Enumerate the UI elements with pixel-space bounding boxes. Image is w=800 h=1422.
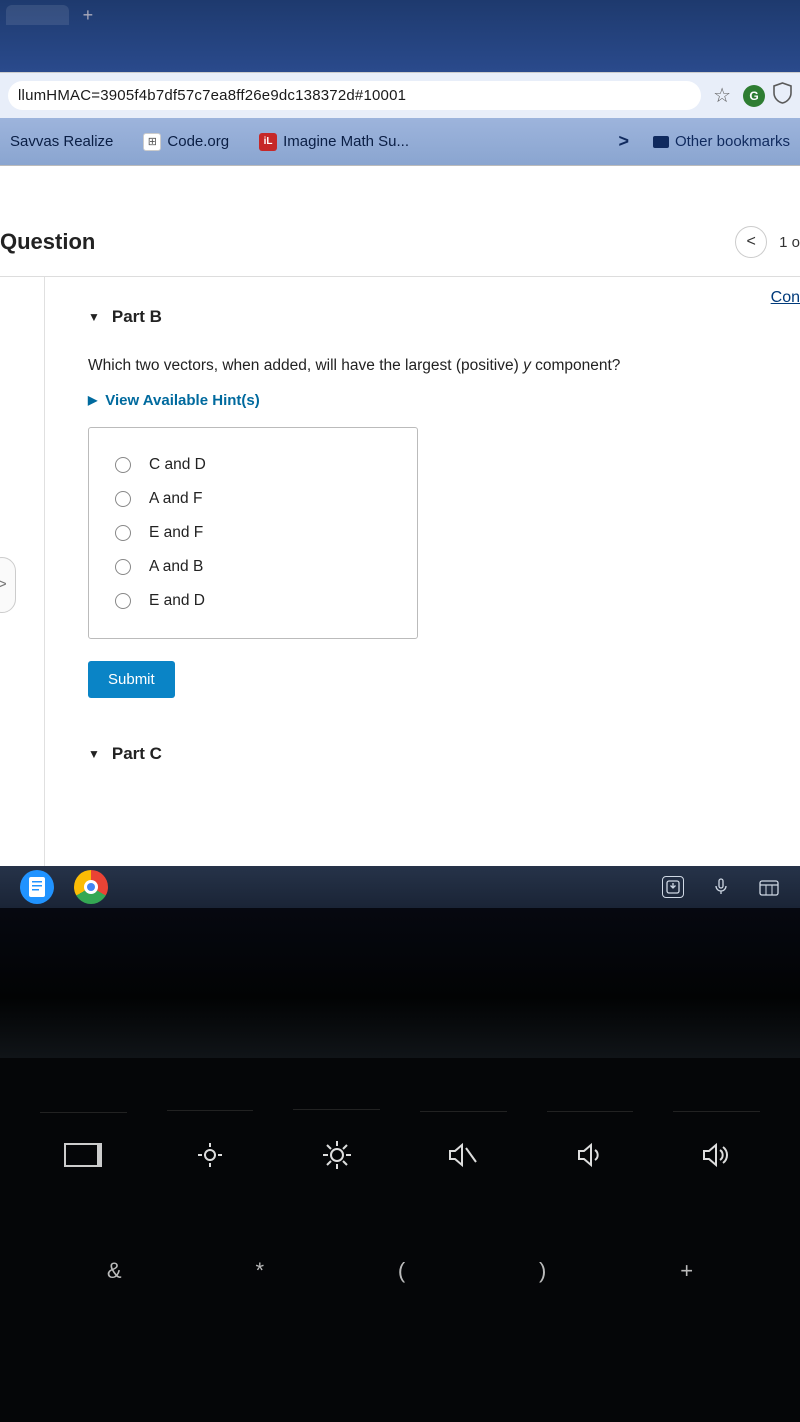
expand-sidebar-handle[interactable]: > xyxy=(0,557,16,613)
part-c-label: Part C xyxy=(112,744,162,764)
new-tab-button[interactable]: + xyxy=(73,6,104,24)
browser-tab[interactable] xyxy=(6,5,69,25)
key-symbol: & xyxy=(107,1258,122,1284)
bookmark-code-org[interactable]: ⊞ Code.org xyxy=(143,133,229,151)
number-key-row: & * ( ) + xyxy=(0,1198,800,1284)
tab-strip: + xyxy=(0,0,800,30)
extension-badge-icon[interactable]: G xyxy=(743,85,765,107)
url-text[interactable]: llumHMAC=3905f4b7df57c7ea8ff26e9dc138372… xyxy=(8,81,701,110)
other-bookmarks-label: Other bookmarks xyxy=(675,133,790,150)
answer-options-group: C and D A and F E and F A and B E and D xyxy=(88,427,418,639)
radio-icon xyxy=(115,491,131,507)
option-c-and-d[interactable]: C and D xyxy=(115,448,391,482)
option-a-and-f[interactable]: A and F xyxy=(115,482,391,516)
function-key-row xyxy=(0,1058,800,1198)
part-c-header[interactable]: ▼ Part C xyxy=(88,744,800,764)
question-counter: 1 o xyxy=(779,234,800,251)
hints-label: View Available Hint(s) xyxy=(105,392,260,409)
caret-down-icon: ▼ xyxy=(88,310,100,324)
option-e-and-d[interactable]: E and D xyxy=(115,584,391,618)
option-label: A and F xyxy=(149,490,202,508)
browser-chrome: + xyxy=(0,0,800,73)
calendar-tray-icon[interactable] xyxy=(758,876,780,898)
os-taskbar xyxy=(0,866,800,908)
option-label: C and D xyxy=(149,456,206,474)
volume-down-key-icon xyxy=(547,1111,634,1175)
caret-right-icon: ▶ xyxy=(88,393,97,407)
volume-up-key-icon xyxy=(673,1111,760,1175)
option-label: E and D xyxy=(149,592,205,610)
other-bookmarks-folder[interactable]: Other bookmarks xyxy=(653,133,790,150)
url-bar: llumHMAC=3905f4b7df57c7ea8ff26e9dc138372… xyxy=(0,73,800,118)
laptop-hinge xyxy=(0,908,800,1058)
key-symbol: * xyxy=(255,1258,264,1284)
option-label: A and B xyxy=(149,558,203,576)
radio-icon xyxy=(115,457,131,473)
bookmark-savvas-realize[interactable]: Savvas Realize xyxy=(10,133,113,150)
page-content: Question < 1 o > Con ▼ Part B Which two … xyxy=(0,166,800,908)
radio-icon xyxy=(115,559,131,575)
option-e-and-f[interactable]: E and F xyxy=(115,516,391,550)
bookmark-star-icon[interactable]: ☆ xyxy=(709,83,735,108)
vertical-divider xyxy=(44,277,45,877)
microphone-tray-icon[interactable] xyxy=(704,870,738,904)
radio-icon xyxy=(115,525,131,541)
mute-key-icon xyxy=(420,1111,507,1175)
bookmarks-bar: Savvas Realize ⊞ Code.org iL Imagine Mat… xyxy=(0,118,800,166)
bookmark-label: Imagine Math Su... xyxy=(283,133,409,150)
favicon-icon: ⊞ xyxy=(143,133,161,151)
shield-icon[interactable] xyxy=(773,82,792,110)
favicon-icon: iL xyxy=(259,133,277,151)
key-symbol: + xyxy=(680,1258,693,1284)
laptop-body: & * ( ) + xyxy=(0,908,800,1422)
screenshot-tray-icon[interactable] xyxy=(662,876,684,898)
submit-button[interactable]: Submit xyxy=(88,661,175,698)
chrome-app-icon[interactable] xyxy=(74,870,108,904)
folder-icon xyxy=(653,136,669,148)
part-b-header[interactable]: ▼ Part B xyxy=(88,307,800,327)
key-symbol: ) xyxy=(539,1258,546,1284)
overview-key-icon xyxy=(40,1112,127,1174)
brightness-up-key-icon xyxy=(293,1109,380,1177)
bookmark-label: Code.org xyxy=(167,133,229,150)
caret-down-icon: ▼ xyxy=(88,747,100,761)
option-a-and-b[interactable]: A and B xyxy=(115,550,391,584)
option-label: E and F xyxy=(149,524,203,542)
key-symbol: ( xyxy=(398,1258,405,1284)
part-b-label: Part B xyxy=(112,307,162,327)
view-hints-toggle[interactable]: ▶ View Available Hint(s) xyxy=(88,392,260,409)
brightness-down-key-icon xyxy=(167,1110,254,1176)
bookmarks-overflow-button[interactable]: > xyxy=(610,131,637,152)
question-body: > Con ▼ Part B Which two vectors, when a… xyxy=(0,277,800,764)
radio-icon xyxy=(115,593,131,609)
question-header-bar: Question < 1 o xyxy=(0,226,800,277)
constants-link[interactable]: Con xyxy=(771,289,800,307)
question-text: Which two vectors, when added, will have… xyxy=(88,357,800,375)
prev-question-button[interactable]: < xyxy=(735,226,767,258)
page-title: Question xyxy=(0,229,95,255)
bookmark-label: Savvas Realize xyxy=(10,133,113,150)
docs-app-icon[interactable] xyxy=(20,870,54,904)
bookmark-imagine-math[interactable]: iL Imagine Math Su... xyxy=(259,133,409,151)
